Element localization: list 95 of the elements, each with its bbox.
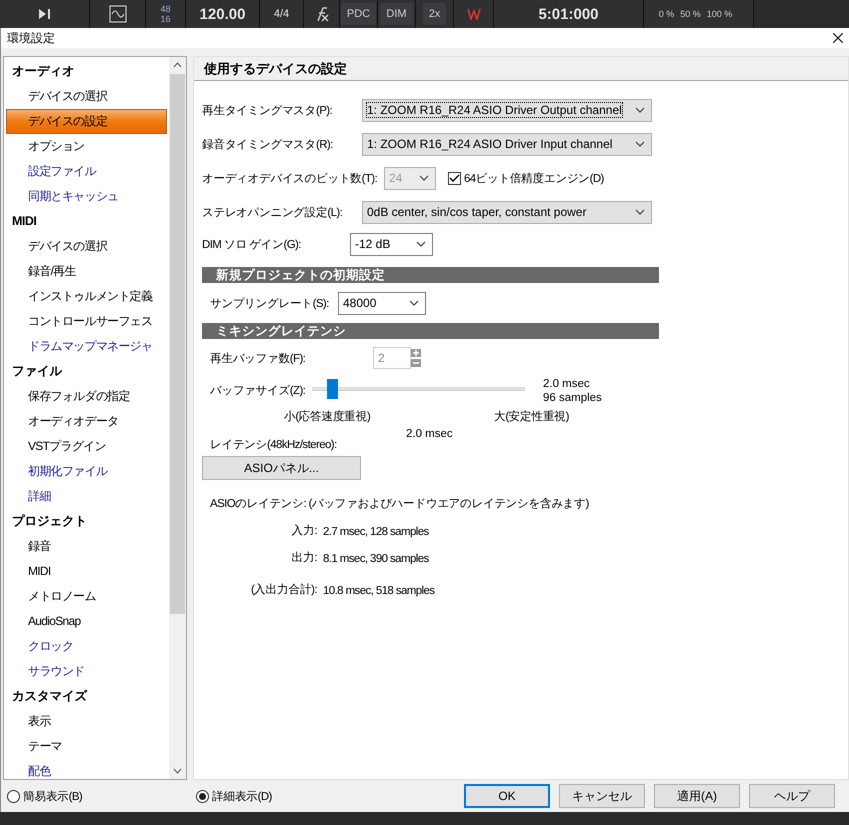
toolbar-button[interactable]: PDC <box>340 3 376 25</box>
scale-label: 0 % <box>658 9 674 19</box>
slider-max-label: 大(安定性重視) <box>494 410 570 424</box>
stepper-icon[interactable] <box>411 348 421 368</box>
slider-thumb[interactable] <box>326 379 338 399</box>
scale-label: 100 % <box>706 9 732 19</box>
toolbar-button[interactable]: 2x <box>422 3 446 25</box>
tree-item[interactable]: デバイスの選択 <box>4 234 169 259</box>
tree-item[interactable]: デバイスの選択 <box>4 84 169 109</box>
chevron-down-icon <box>409 300 419 306</box>
dialog-button[interactable]: OK <box>464 784 550 808</box>
tree-item[interactable]: オプション <box>4 134 169 159</box>
tree-item[interactable]: 設定ファイル <box>4 159 169 184</box>
checkbox-label[interactable]: 64ビット倍精度エンジン(D) <box>464 170 634 186</box>
tree-item[interactable]: VSTプラグイン <box>4 434 169 459</box>
tree-item[interactable]: テーマ <box>4 734 169 759</box>
scale-label: 50 % <box>680 9 701 19</box>
dropdown[interactable]: 1: ZOOM R16_R24 ASIO Driver Output channel <box>362 98 652 122</box>
chevron-down-icon <box>635 209 645 215</box>
latency-label: 入力: <box>290 524 318 538</box>
toolbar-value: 4/4 <box>274 8 290 20</box>
play-icon[interactable] <box>38 9 50 19</box>
dialog-button[interactable]: キャンセル <box>559 784 645 808</box>
toolbar-button[interactable]: DIM <box>380 3 413 25</box>
tree-group[interactable]: プロジェクト <box>4 509 169 534</box>
slider-min-label: 小(応答速度重視) <box>284 409 372 424</box>
tree-item[interactable]: クロック <box>4 634 169 659</box>
tree-group[interactable]: MIDI <box>4 209 169 234</box>
field-label: 録音タイミングマスタ(R): <box>202 137 334 152</box>
chevron-down-icon <box>416 241 426 247</box>
tree-item[interactable]: 初期化ファイル <box>4 459 169 484</box>
latency-value: 8.1 msec, 390 samples <box>323 553 430 565</box>
field-label: バッファサイズ(Z): <box>210 384 306 398</box>
tree-item[interactable]: 配色 <box>4 759 169 779</box>
radio-button[interactable] <box>7 790 20 802</box>
waveform-icon[interactable] <box>108 5 126 23</box>
chevron-down-icon <box>419 175 429 181</box>
wave-icon[interactable] <box>466 8 480 20</box>
chevron-down-icon <box>635 141 645 147</box>
toolbar-value: 120.00 <box>200 6 246 22</box>
field-label: DIM ソロ ゲイン(G): <box>202 238 302 252</box>
field-label: 再生バッファ数(F): <box>210 352 306 366</box>
field-label: 再生タイミングマスタ(P): <box>202 104 334 118</box>
fx-icon[interactable] <box>314 6 328 22</box>
tree-item[interactable]: デバイスの設定 <box>6 109 167 134</box>
latency-value: 2.0 msec <box>406 427 453 441</box>
tree-item[interactable]: 同期とキャッシュ <box>4 184 169 209</box>
window-title: 環境設定 <box>7 30 55 46</box>
tree-item[interactable]: コントロールサーフェス <box>4 309 169 334</box>
asio-latency-note: ASIOのレイテンシ: (バッファおよびハードウエアのレイテンシを含みます) <box>210 496 590 511</box>
tree-item[interactable]: MIDI <box>4 559 169 584</box>
latency-value: 2.7 msec, 128 samples <box>323 526 430 538</box>
tree-group[interactable]: オーディオ <box>4 59 169 84</box>
dialog-button[interactable]: 適用(A) <box>654 784 740 808</box>
tree-group[interactable]: カスタマイズ <box>4 684 169 709</box>
section-header: 新規プロジェクトの初期設定 <box>202 267 659 283</box>
chevron-down-icon <box>635 107 645 113</box>
tree-item[interactable]: 詳細 <box>4 484 169 509</box>
dropdown[interactable]: 0dB center, sin/cos taper, constant power <box>362 200 652 224</box>
dialog-button[interactable]: ヘルプ <box>749 784 835 808</box>
dropdown[interactable]: 48000 <box>338 292 426 314</box>
section-header: ミキシングレイテンシ <box>202 323 659 339</box>
tree-item[interactable]: メトロノーム <box>4 584 169 609</box>
meter-reading: 16 <box>160 14 170 24</box>
tree-item[interactable]: オーディオデータ <box>4 409 169 434</box>
tree-item[interactable]: インストゥルメント定義 <box>4 284 169 309</box>
tree-item[interactable]: 録音/再生 <box>4 259 169 284</box>
tree-item[interactable]: ドラムマップマネージャ <box>4 334 169 359</box>
field-label: オーディオデバイスのビット数(T): <box>202 172 378 186</box>
latency-value: 10.8 msec, 518 samples <box>323 585 436 597</box>
panel-header: 使用するデバイスの設定 <box>194 57 848 81</box>
radio-button[interactable] <box>196 790 209 802</box>
latency-label: (入出力合計): <box>250 582 318 597</box>
time-display: 5:01:000 <box>538 6 599 22</box>
radio-label[interactable]: 詳細表示(D) <box>212 788 332 804</box>
dropdown[interactable]: 1: ZOOM R16_R24 ASIO Driver Input channel <box>362 132 652 156</box>
field-label: サンプリングレート(S): <box>210 296 330 310</box>
tree-item[interactable]: 保存フォルダの指定 <box>4 384 169 409</box>
tree-item[interactable]: サラウンド <box>4 659 169 684</box>
reading: 96 samples <box>543 391 602 405</box>
meter-reading: 48 <box>160 4 170 14</box>
tree-item[interactable]: AudioSnap <box>4 609 169 634</box>
scrollbar-thumb[interactable] <box>170 74 185 614</box>
tree-group[interactable]: ファイル <box>4 359 169 384</box>
tree-item[interactable]: 録音 <box>4 534 169 559</box>
checkbox[interactable] <box>448 172 461 184</box>
radio-label[interactable]: 簡易表示(B) <box>23 788 143 804</box>
reading: 2.0 msec <box>543 377 591 391</box>
field-label: ステレオパンニング設定(L): <box>202 206 344 220</box>
tree-item[interactable]: 表示 <box>4 709 169 734</box>
field-label: レイテンシ(48kHz/stereo): <box>210 438 338 452</box>
dropdown[interactable]: -12 dB <box>350 232 433 256</box>
asio-panel-button[interactable]: ASIOパネル... <box>202 456 361 480</box>
latency-label: 出力: <box>290 550 318 565</box>
close-icon[interactable] <box>833 33 843 43</box>
